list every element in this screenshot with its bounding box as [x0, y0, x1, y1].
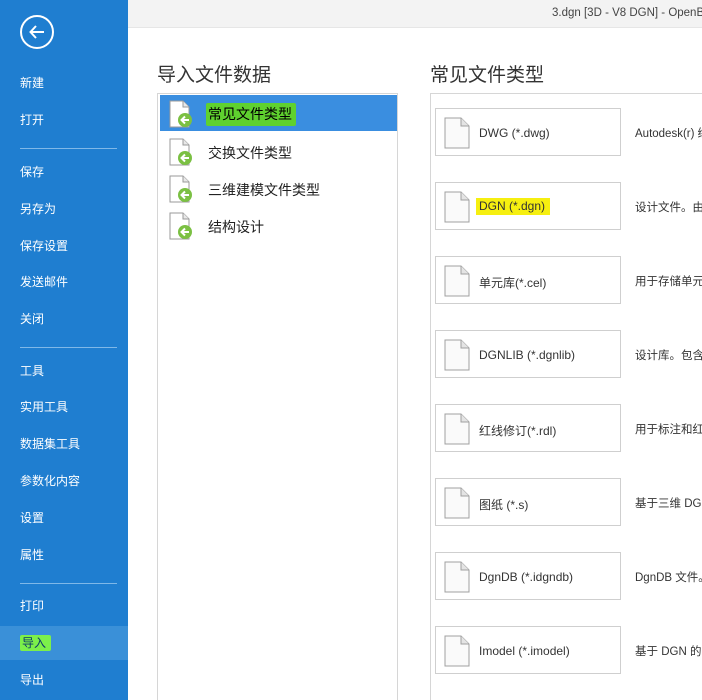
nav-import[interactable]: 导入	[0, 626, 128, 660]
category-item-structural[interactable]: 结构设计	[160, 207, 397, 243]
file-type-cel-button[interactable]: 单元库(*.cel)	[435, 256, 621, 304]
file-type-row: 单元库(*.cel) 用于存储单元	[435, 256, 702, 304]
file-type-name: DWG (*.dwg)	[479, 126, 550, 140]
file-type-description: 基于 DGN 的	[635, 646, 702, 658]
file-type-description: DgnDB 文件。	[635, 572, 702, 584]
import-file-icon	[167, 175, 195, 208]
file-type-row: 红线修订(*.rdl) 用于标注和红	[435, 404, 702, 452]
file-type-dgnlib-button[interactable]: DGNLIB (*.dgnlib)	[435, 330, 621, 378]
import-file-icon	[167, 100, 195, 133]
file-type-dgn-button[interactable]: DGN (*.dgn)	[435, 182, 621, 230]
file-type-row: DGN (*.dgn) 设计文件。由	[435, 182, 702, 230]
window-title: 3.dgn [3D - V8 DGN] - OpenB	[552, 7, 702, 19]
nav-properties[interactable]: 属性	[0, 538, 128, 572]
nav-divider	[20, 347, 117, 348]
file-type-name: DGN (*.dgn)	[476, 198, 551, 215]
nav-close[interactable]: 关闭	[0, 302, 128, 336]
document-icon	[444, 265, 470, 302]
category-item-common[interactable]: 常见文件类型	[160, 95, 397, 131]
nav-parametric-content[interactable]: 参数化内容	[0, 464, 128, 498]
file-type-row: Imodel (*.imodel) 基于 DGN 的	[435, 626, 702, 674]
import-heading: 导入文件数据	[157, 65, 272, 86]
document-icon	[444, 191, 470, 228]
file-type-description: 设计库。包含	[635, 350, 702, 362]
nav-print[interactable]: 打印	[0, 589, 128, 623]
category-item-3d-modeling[interactable]: 三维建模文件类型	[160, 170, 397, 206]
file-type-description: 用于存储单元	[635, 276, 702, 288]
import-file-icon	[167, 212, 195, 245]
document-icon	[444, 117, 470, 154]
file-type-name: 图纸 (*.s)	[479, 498, 529, 512]
backstage-nav: 新建 打开 保存 另存为 保存设置 发送邮件 关闭 工具 实用工具 数据集工具 …	[0, 0, 128, 700]
nav-save-as[interactable]: 另存为	[0, 192, 128, 226]
back-arrow-icon[interactable]	[20, 15, 54, 49]
import-file-icon	[167, 138, 195, 171]
file-type-name: Imodel (*.imodel)	[479, 644, 570, 658]
nav-save[interactable]: 保存	[0, 155, 128, 189]
nav-divider	[20, 583, 117, 584]
file-type-description: 设计文件。由	[635, 202, 702, 214]
file-type-name: 红线修订(*.rdl)	[479, 424, 557, 438]
file-type-dwg-button[interactable]: DWG (*.dwg)	[435, 108, 621, 156]
file-type-name: DgnDB (*.idgndb)	[479, 570, 574, 584]
file-type-rdl-button[interactable]: 红线修订(*.rdl)	[435, 404, 621, 452]
file-type-row: DgnDB (*.idgndb) DgnDB 文件。	[435, 552, 702, 600]
category-label: 三维建模文件类型	[208, 182, 320, 198]
file-type-dgndb-button[interactable]: DgnDB (*.idgndb)	[435, 552, 621, 600]
document-icon	[444, 487, 470, 524]
title-bar: 3.dgn [3D - V8 DGN] - OpenB	[128, 0, 702, 28]
document-icon	[444, 635, 470, 672]
category-label: 交换文件类型	[208, 145, 292, 161]
file-type-name: 单元库(*.cel)	[479, 276, 547, 290]
file-type-list: DWG (*.dwg) Autodesk(r) 绘 DGN (*.dgn) 设计…	[430, 93, 702, 700]
file-type-imodel-button[interactable]: Imodel (*.imodel)	[435, 626, 621, 674]
category-label: 常见文件类型	[206, 103, 296, 126]
document-icon	[444, 413, 470, 450]
file-type-description: 用于标注和红	[635, 424, 702, 436]
category-label: 结构设计	[208, 219, 264, 235]
nav-send-mail[interactable]: 发送邮件	[0, 265, 128, 299]
file-type-description: Autodesk(r) 绘	[635, 128, 702, 140]
nav-dataset-tools[interactable]: 数据集工具	[0, 427, 128, 461]
nav-export[interactable]: 导出	[0, 663, 128, 697]
nav-new[interactable]: 新建	[0, 66, 128, 100]
nav-open[interactable]: 打开	[0, 103, 128, 137]
category-item-exchange[interactable]: 交换文件类型	[160, 133, 397, 169]
document-icon	[444, 339, 470, 376]
file-type-row: DGNLIB (*.dgnlib) 设计库。包含	[435, 330, 702, 378]
nav-utilities[interactable]: 实用工具	[0, 390, 128, 424]
file-type-description: 基于三维 DGI	[635, 498, 702, 510]
document-icon	[444, 561, 470, 598]
category-list: 常见文件类型 交换文件类型 三维建模文件类型 结构设计	[157, 93, 398, 700]
file-type-sheet-button[interactable]: 图纸 (*.s)	[435, 478, 621, 526]
file-type-name: DGNLIB (*.dgnlib)	[479, 348, 576, 362]
file-type-row: 图纸 (*.s) 基于三维 DGI	[435, 478, 702, 526]
file-type-row: DWG (*.dwg) Autodesk(r) 绘	[435, 108, 702, 156]
nav-divider	[20, 148, 117, 149]
nav-save-settings[interactable]: 保存设置	[0, 229, 128, 263]
file-types-heading: 常见文件类型	[430, 65, 545, 86]
nav-settings[interactable]: 设置	[0, 501, 128, 535]
nav-tools[interactable]: 工具	[0, 354, 128, 388]
